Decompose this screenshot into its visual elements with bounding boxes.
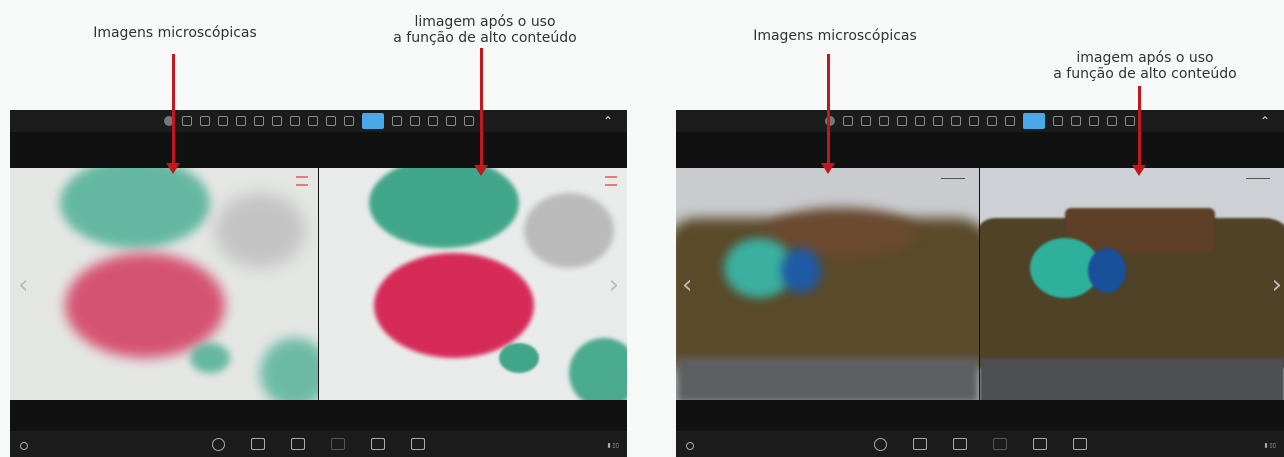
compare-icon[interactable]: [391, 116, 402, 126]
high-content-image-pane: [980, 168, 1284, 400]
grid-icon[interactable]: [987, 116, 997, 126]
previous-arrow-icon[interactable]: ‹: [18, 270, 28, 300]
folder-icon[interactable]: [1072, 438, 1087, 450]
status-info: ▮ ▯▯: [1264, 443, 1276, 449]
green-stain-small: [190, 343, 230, 373]
layers-icon[interactable]: [861, 116, 871, 126]
camera-icon[interactable]: [251, 438, 265, 450]
rock-base: [980, 358, 1284, 400]
rock-ridge: [766, 208, 916, 258]
gray-cluster: [215, 193, 305, 268]
capture-icon[interactable]: [952, 438, 967, 450]
angle-icon[interactable]: [217, 116, 228, 126]
angle-icon[interactable]: [879, 116, 889, 126]
line-icon[interactable]: [1005, 116, 1015, 126]
window-icon[interactable]: [181, 116, 192, 126]
caption-right-hc-line2: a função de alto conteúdo: [1053, 66, 1237, 82]
bottom-toolbar: ▮ ▯▯: [10, 431, 627, 457]
next-arrow-icon[interactable]: ›: [1272, 270, 1282, 300]
pen-icon[interactable]: [253, 116, 264, 126]
left-device-screen: ⌃ ‹ › ▮ ▯▯: [10, 110, 627, 457]
grid-icon[interactable]: [325, 116, 336, 126]
right-device-screen: ⌃ ‹ › ▮ ▯▯: [676, 110, 1284, 457]
measure-icon[interactable]: [289, 116, 300, 126]
caption-left-hc-line2: a função de alto conteúdo: [393, 30, 577, 46]
status-info: ▮ ▯▯: [607, 443, 619, 449]
pen-icon[interactable]: [915, 116, 925, 126]
caption-left-hc: limagem após o uso a função de alto cont…: [370, 14, 600, 46]
line-icon[interactable]: [343, 116, 354, 126]
arrow-left-hc: [474, 48, 488, 176]
collapse-chevron-icon[interactable]: ⌃: [603, 114, 613, 128]
scale-bar: [1246, 178, 1270, 185]
window-icon[interactable]: [843, 116, 853, 126]
triangle-icon[interactable]: [235, 116, 246, 126]
export-icon[interactable]: [463, 116, 474, 126]
caption-right-raw: Imagens microscópicas: [753, 28, 917, 44]
camera-icon[interactable]: [912, 438, 927, 450]
gray-cluster: [524, 193, 614, 268]
menu-icon[interactable]: [605, 176, 617, 186]
triangle-icon[interactable]: [897, 116, 907, 126]
refresh-icon[interactable]: [873, 437, 887, 451]
capture-icon[interactable]: [291, 438, 305, 450]
red-cell-cluster: [374, 253, 534, 358]
arrow-left-raw: [166, 54, 180, 174]
export-icon[interactable]: [1125, 116, 1135, 126]
record-icon[interactable]: [992, 438, 1007, 450]
arrow-right-hc: [1132, 86, 1146, 176]
caption-right-hc-line1: imagem após o uso: [1076, 50, 1214, 66]
scale-bar: [941, 178, 965, 185]
top-toolbar: ⌃: [676, 110, 1284, 132]
green-stain: [60, 168, 210, 248]
caption-left-hc-line1: limagem após o uso: [414, 14, 556, 30]
measure-icon[interactable]: [951, 116, 961, 126]
power-icon[interactable]: [20, 442, 28, 450]
caption-right-hc: imagem após o uso a função de alto conte…: [1030, 50, 1260, 82]
raw-image-pane: [676, 168, 979, 400]
undo-icon[interactable]: [409, 116, 420, 126]
previous-arrow-icon[interactable]: ‹: [682, 270, 692, 300]
red-cell-cluster: [65, 253, 225, 358]
layers-icon[interactable]: [199, 116, 210, 126]
power-icon[interactable]: [686, 442, 694, 450]
caption-left-raw: Imagens microscópicas: [93, 25, 257, 41]
undo-icon[interactable]: [1071, 116, 1081, 126]
green-stain-corner: [260, 338, 318, 400]
blue-mineral: [781, 248, 821, 293]
high-content-image-pane: [319, 168, 627, 400]
top-toolbar: ⌃: [10, 110, 627, 132]
rock-base: [676, 358, 979, 400]
gallery-icon[interactable]: [1032, 438, 1047, 450]
blue-mineral: [1088, 248, 1126, 293]
gallery-icon[interactable]: [371, 438, 385, 450]
green-stain: [369, 168, 519, 248]
text-icon[interactable]: [933, 116, 943, 126]
menu-icon[interactable]: [296, 176, 308, 186]
record-icon[interactable]: [331, 438, 345, 450]
bottom-toolbar: ▮ ▯▯: [676, 431, 1284, 457]
text-icon[interactable]: [271, 116, 282, 126]
delete-icon[interactable]: [1107, 116, 1117, 126]
collapse-chevron-icon[interactable]: ⌃: [1260, 114, 1270, 128]
green-stain-corner: [569, 338, 627, 400]
delete-icon[interactable]: [445, 116, 456, 126]
ruler-icon[interactable]: [969, 116, 979, 126]
high-content-icon[interactable]: [1023, 113, 1045, 129]
high-content-icon[interactable]: [361, 113, 384, 129]
folder-icon[interactable]: [411, 438, 425, 450]
next-arrow-icon[interactable]: ›: [609, 270, 619, 300]
compare-icon[interactable]: [1053, 116, 1063, 126]
ruler-icon[interactable]: [307, 116, 318, 126]
raw-image-pane: [10, 168, 318, 400]
green-stain-small: [499, 343, 539, 373]
redo-icon[interactable]: [1089, 116, 1099, 126]
refresh-icon[interactable]: [212, 437, 225, 451]
arrow-right-raw: [821, 54, 835, 174]
redo-icon[interactable]: [427, 116, 438, 126]
